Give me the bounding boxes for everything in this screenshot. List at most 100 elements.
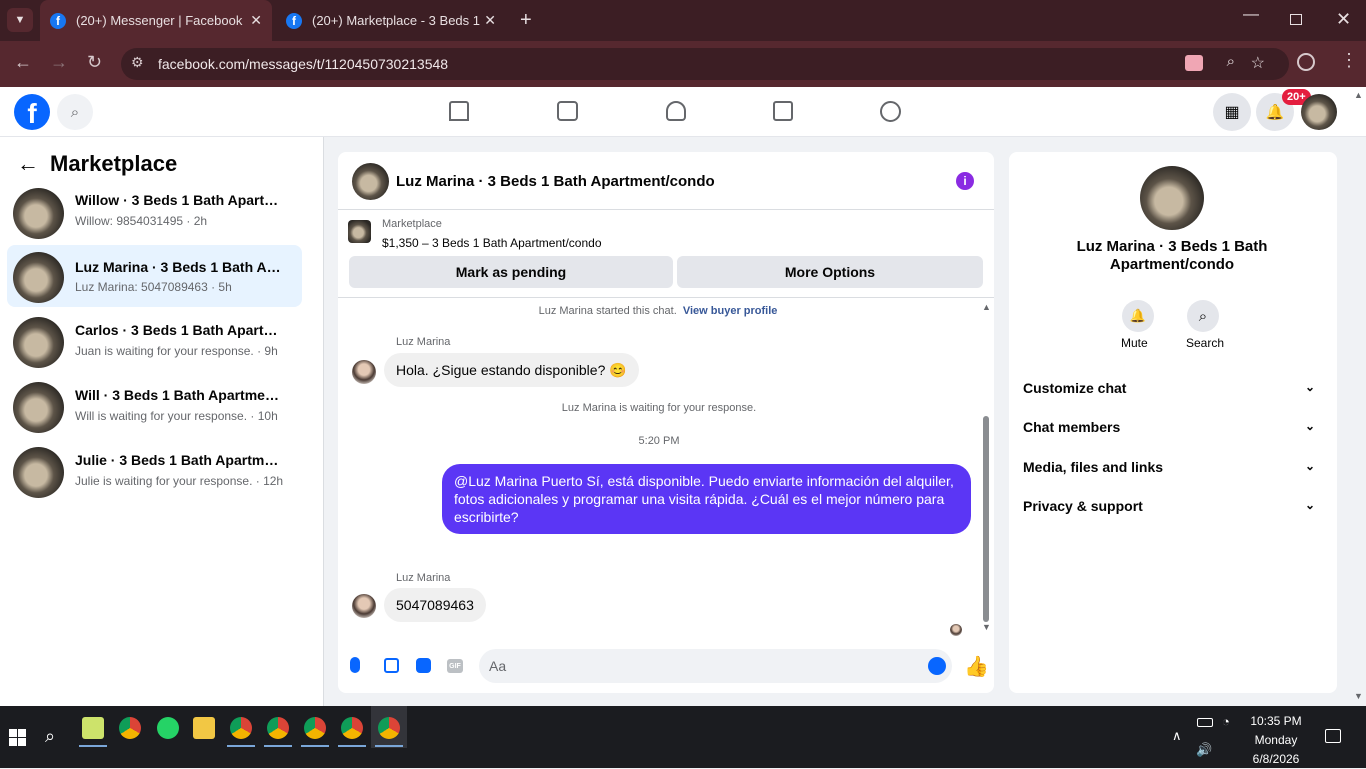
tab-title: (20+) Marketplace - 3 Beds 1 Bath — [312, 13, 480, 28]
site-info-icon[interactable]: ⚙ — [131, 54, 144, 71]
scrollbar-thumb[interactable] — [983, 416, 989, 622]
bookmark-star-icon[interactable]: ☆ — [1251, 53, 1265, 73]
back-arrow-icon[interactable]: ← — [17, 151, 39, 177]
windows-start-icon[interactable] — [9, 729, 26, 746]
file-explorer-icon[interactable] — [193, 717, 215, 739]
microphone-icon[interactable] — [350, 657, 360, 673]
volume-icon[interactable]: 🔊 — [1196, 742, 1212, 758]
sender-avatar[interactable] — [352, 594, 376, 618]
gif-icon[interactable]: GIF — [447, 659, 463, 673]
conversation-item-willow[interactable]: Willow · 3 Beds 1 Bath Apartment/condo W… — [7, 182, 302, 244]
close-tab-icon[interactable]: ✕ — [484, 12, 496, 29]
video-icon[interactable] — [557, 101, 578, 121]
search-icon[interactable]: ⌕ — [57, 94, 93, 130]
customize-chat-section[interactable]: Customize chat ⌄ — [1023, 380, 1323, 396]
scroll-up-arrow-icon[interactable]: ▲ — [982, 302, 991, 312]
wifi-icon[interactable]: ◔ — [1222, 714, 1230, 729]
conversation-item-carlos[interactable]: Carlos · 3 Beds 1 Bath Apartment/condo J… — [7, 312, 302, 374]
notification-center-icon[interactable] — [1325, 729, 1341, 743]
running-indicator — [264, 745, 292, 747]
taskbar-clock[interactable]: 10:35 PM Monday 6/8/2026 — [1246, 712, 1306, 769]
chat-started-text: Luz Marina started this chat. — [538, 305, 677, 317]
gaming-icon[interactable] — [880, 101, 901, 122]
more-options-button[interactable]: More Options — [677, 256, 983, 288]
zoom-icon[interactable]: ⌕ — [1227, 53, 1235, 70]
message-input[interactable]: Aa — [479, 649, 952, 683]
chrome-icon[interactable] — [341, 717, 363, 739]
section-label: Privacy & support — [1023, 498, 1143, 514]
whatsapp-icon[interactable] — [157, 717, 179, 739]
incoming-message[interactable]: 5047089463 — [384, 588, 486, 622]
minimize-button[interactable]: — — [1243, 6, 1259, 24]
scroll-up-arrow-icon[interactable]: ▲ — [1354, 90, 1363, 100]
facebook-header: f ⌕ ▦ 🔔 20+ — [0, 87, 1366, 137]
outgoing-message[interactable]: @Luz Marina Puerto Sí, está disponible. … — [442, 464, 971, 534]
tab-messenger[interactable]: f (20+) Messenger | Facebook ✕ — [40, 0, 272, 41]
reload-icon[interactable]: ↻ — [87, 52, 102, 73]
marketplace-icon[interactable] — [773, 101, 793, 121]
chat-members-section[interactable]: Chat members ⌄ — [1023, 419, 1323, 435]
menu-grid-icon[interactable]: ▦ — [1213, 93, 1251, 131]
notepad-icon[interactable] — [82, 717, 104, 739]
tab-list-button[interactable]: ▼ — [7, 8, 33, 32]
new-tab-button[interactable]: + — [520, 9, 532, 32]
address-bar[interactable]: ⚙ facebook.com/messages/t/11204507302135… — [121, 48, 1289, 80]
read-receipt-avatar — [950, 624, 962, 636]
conversation-item-will[interactable]: Will · 3 Beds 1 Bath Apartment/condo Wil… — [7, 377, 302, 439]
message-sender: Luz Marina — [396, 336, 451, 348]
tab-title: (20+) Messenger | Facebook — [76, 13, 243, 28]
profile-icon[interactable] — [1297, 53, 1315, 71]
scroll-down-arrow-icon[interactable]: ▼ — [1354, 691, 1363, 701]
section-label: Media, files and links — [1023, 459, 1164, 475]
search-icon[interactable]: ⌕ — [1187, 300, 1219, 332]
show-hidden-icons-chevron-icon[interactable]: ∧ — [1172, 728, 1182, 744]
close-tab-icon[interactable]: ✕ — [250, 12, 262, 29]
message-sender: Luz Marina — [396, 572, 451, 584]
page-scrollbar[interactable]: ▲ ▼ — [1352, 88, 1366, 706]
info-icon[interactable]: i — [956, 172, 974, 190]
listing-thumbnail — [13, 317, 64, 368]
account-avatar[interactable] — [1301, 94, 1337, 130]
back-arrow-icon[interactable]: ← — [14, 52, 32, 73]
tab-marketplace[interactable]: f (20+) Marketplace - 3 Beds 1 Bath ✕ — [276, 0, 506, 41]
facebook-logo[interactable]: f — [14, 94, 50, 130]
install-app-icon[interactable] — [1185, 55, 1203, 71]
conversation-title: Will · 3 Beds 1 Bath Apartment/condo — [75, 387, 285, 403]
maximize-button[interactable] — [1290, 14, 1302, 25]
listing-price[interactable]: $1,350 – 3 Beds 1 Bath Apartment/condo — [382, 236, 602, 250]
chevron-down-icon: ⌄ — [1304, 459, 1315, 473]
sticker-icon[interactable] — [416, 658, 431, 673]
close-window-button[interactable]: ✕ — [1336, 9, 1351, 30]
privacy-support-section[interactable]: Privacy & support ⌄ — [1023, 498, 1323, 514]
conversation-item-luz-marina[interactable]: Luz Marina · 3 Beds 1 Bath Apartment/con… — [7, 245, 302, 307]
chrome-icon[interactable] — [119, 717, 141, 739]
scroll-down-arrow-icon[interactable]: ▼ — [982, 622, 991, 632]
chat-scrollbar[interactable]: ▲ ▼ — [982, 302, 991, 632]
search-icon[interactable]: ⌕ — [45, 726, 55, 747]
friends-icon[interactable] — [666, 101, 686, 121]
chrome-icon[interactable] — [267, 717, 289, 739]
message-timestamp: 5:20 PM — [638, 435, 680, 447]
chrome-icon[interactable] — [378, 717, 400, 739]
mark-as-pending-button[interactable]: Mark as pending — [349, 256, 673, 288]
chrome-icon[interactable] — [304, 717, 326, 739]
battery-icon[interactable] — [1197, 718, 1213, 727]
listing-divider — [338, 297, 994, 298]
view-buyer-profile-link[interactable]: View buyer profile — [683, 305, 778, 317]
mute-label[interactable]: Mute — [1121, 336, 1148, 350]
sender-avatar[interactable] — [352, 360, 376, 384]
conversation-item-julie[interactable]: Julie · 3 Beds 1 Bath Apartment/condo Ju… — [7, 442, 302, 504]
emoji-icon[interactable] — [928, 657, 946, 675]
forward-arrow-icon[interactable]: → — [50, 52, 68, 73]
home-icon[interactable] — [449, 101, 469, 121]
chrome-icon[interactable] — [230, 717, 252, 739]
thumbs-up-icon[interactable]: 👍 — [964, 654, 989, 679]
menu-dots-icon[interactable]: ⋮ — [1340, 50, 1358, 71]
mute-bell-icon[interactable]: 🔔 — [1122, 300, 1154, 332]
photo-icon[interactable] — [384, 658, 399, 673]
search-label[interactable]: Search — [1186, 336, 1224, 350]
media-files-links-section[interactable]: Media, files and links ⌄ — [1023, 459, 1323, 475]
incoming-message[interactable]: Hola. ¿Sigue estando disponible? 😊 — [384, 353, 639, 387]
chat-title[interactable]: Luz Marina · 3 Beds 1 Bath Apartment/con… — [396, 173, 715, 190]
running-indicator — [375, 745, 403, 747]
